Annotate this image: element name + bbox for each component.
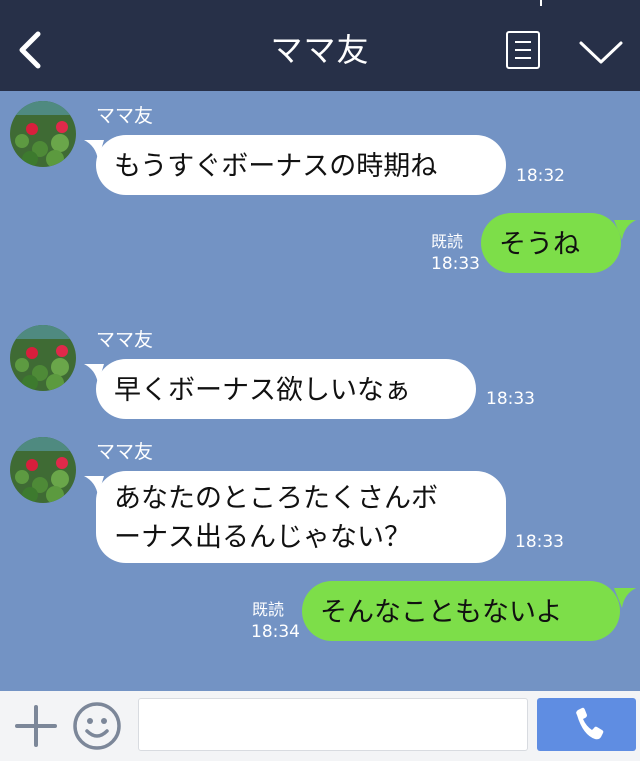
- sender-name: ママ友: [96, 329, 154, 351]
- message-time: 18:34: [251, 622, 300, 642]
- message-bubble[interactable]: もうすぐボーナスの時期ね: [96, 135, 506, 195]
- status-tick: [540, 0, 542, 6]
- sender-name: ママ友: [96, 105, 154, 127]
- message-bubble[interactable]: そうね: [481, 213, 621, 273]
- plus-icon[interactable]: [14, 704, 58, 748]
- message-text: 早くボーナス欲しいなぁ: [114, 375, 411, 406]
- page-title: ママ友: [270, 31, 370, 69]
- message-bubble[interactable]: そんなこともないよ: [302, 581, 620, 641]
- call-button[interactable]: [537, 698, 636, 751]
- smile-icon[interactable]: [72, 701, 122, 751]
- sender-name: ママ友: [96, 441, 154, 463]
- avatar-flower-image: [10, 325, 76, 391]
- read-receipt: 既読: [431, 232, 464, 251]
- read-receipt: 既読: [252, 600, 285, 619]
- avatar-flower-image: [10, 437, 76, 503]
- avatar-flower-image: [10, 101, 76, 167]
- chat-header: ママ友: [0, 0, 640, 91]
- message-text: そうね: [499, 229, 580, 260]
- message-bubble[interactable]: あなたのところたくさんボ ーナス出るんじゃない？: [96, 471, 506, 563]
- message-time: 18:32: [516, 166, 565, 186]
- chevron-down-icon[interactable]: [578, 38, 624, 66]
- avatar[interactable]: [10, 101, 76, 167]
- menu-icon[interactable]: [506, 31, 540, 69]
- message-bubble[interactable]: 早くボーナス欲しいなぁ: [96, 359, 476, 419]
- message-input[interactable]: [138, 698, 528, 751]
- bubble-tail: [614, 588, 636, 608]
- message-text: あなたのところたくさんボ ーナス出るんじゃない？: [114, 483, 438, 553]
- phone-icon: [576, 707, 604, 740]
- message-time: 18:33: [431, 254, 480, 274]
- message-text: もうすぐボーナスの時期ね: [114, 151, 438, 182]
- avatar[interactable]: [10, 325, 76, 391]
- message-time: 18:33: [515, 532, 564, 552]
- bubble-tail: [614, 220, 636, 240]
- chat-area[interactable]: ママ友 もうすぐボーナスの時期ね 18:32 既読 18:33 そうね ママ友 …: [0, 91, 640, 691]
- message-text: そんなこともないよ: [320, 597, 563, 628]
- avatar[interactable]: [10, 437, 76, 503]
- message-time: 18:33: [486, 389, 535, 409]
